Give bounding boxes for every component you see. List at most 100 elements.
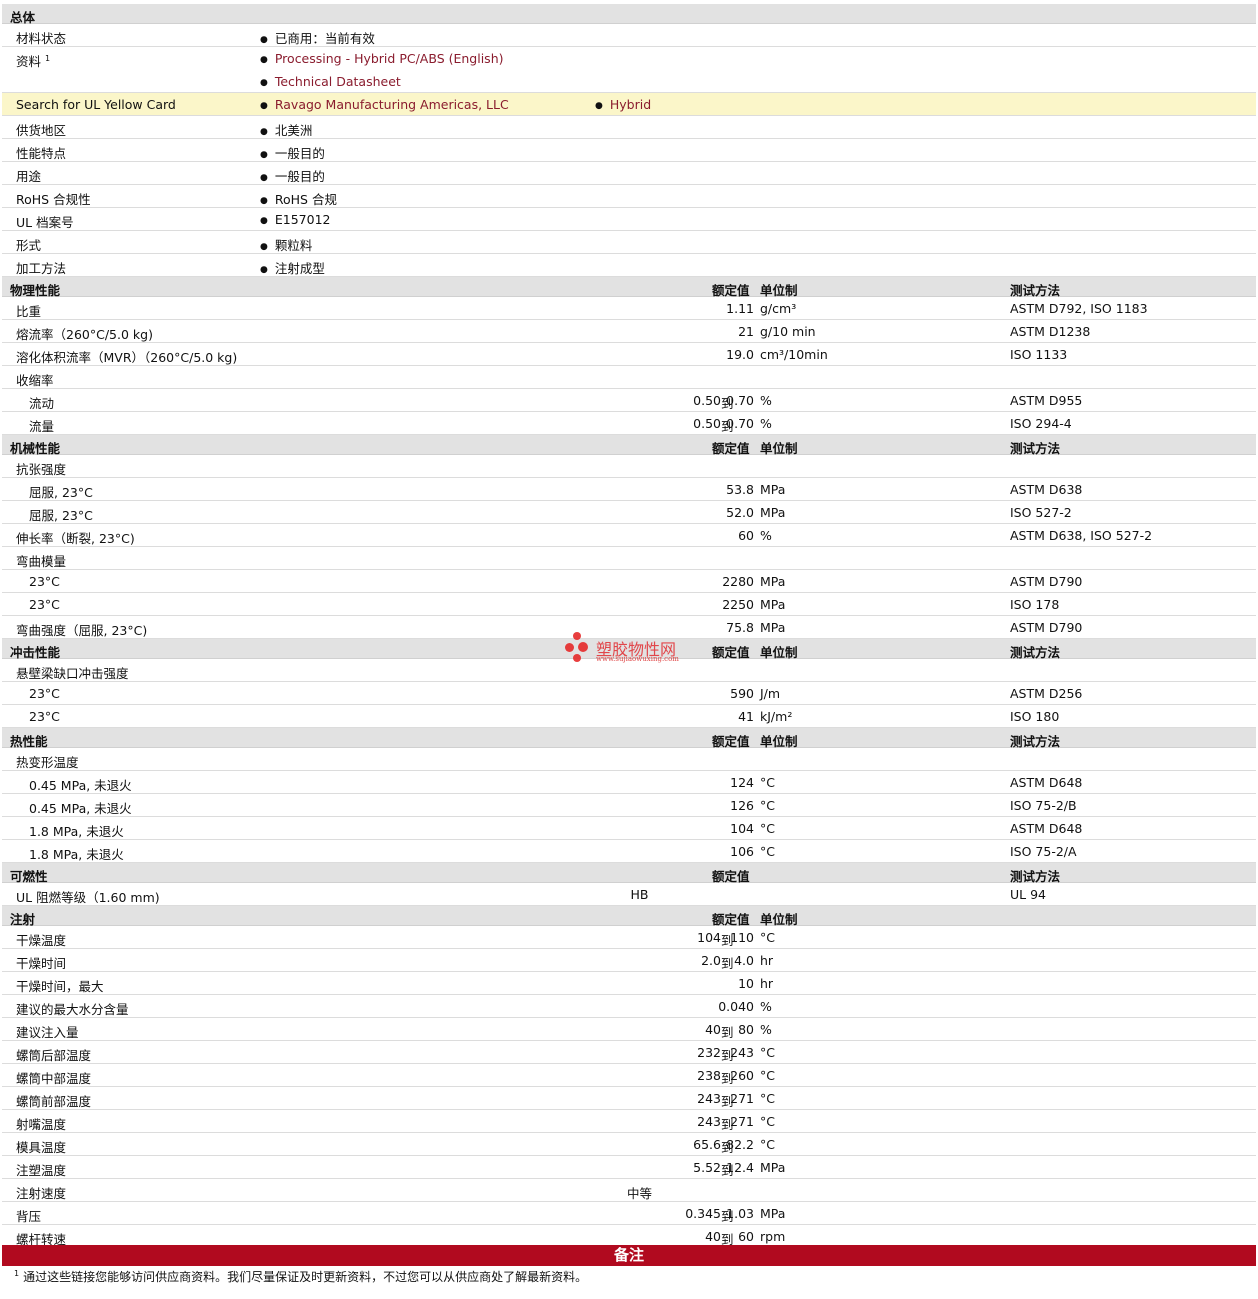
property-row: 干燥时间，最大 10 hr xyxy=(2,972,1256,995)
unit-value: MPa xyxy=(760,1160,786,1175)
unit-value: °C xyxy=(760,821,775,836)
unit-value: MPa xyxy=(760,505,786,520)
footnote-number: 1 xyxy=(14,1269,20,1278)
property-label: 建议的最大水分含量 xyxy=(16,1002,129,1017)
nominal-value: 1.11 xyxy=(726,301,754,316)
range-min-value: 5.52 xyxy=(693,1160,721,1175)
property-label: 1.8 MPa, 未退火 xyxy=(29,824,124,839)
nominal-value: 21 xyxy=(738,324,754,339)
doc-link-technical-datasheet[interactable]: Technical Datasheet xyxy=(260,74,401,89)
property-row: 供货地区 北美洲 xyxy=(2,116,1256,139)
test-method: ISO 178 xyxy=(1010,597,1060,612)
property-row: 形式 颗粒料 xyxy=(2,231,1256,254)
property-row: 用途 一般目的 xyxy=(2,162,1256,185)
unit-value: J/m xyxy=(760,686,781,701)
property-row: 注塑温度 5.52 到 12.4 MPa xyxy=(2,1156,1256,1179)
nominal-value: 110 xyxy=(730,930,754,945)
property-row-documents: 资料 1 Processing - Hybrid PC/ABS (English… xyxy=(2,47,1256,93)
nominal-value: 60 xyxy=(738,1229,754,1244)
property-row: 23°C 2280 MPa ASTM D790 xyxy=(2,570,1256,593)
ul-link-product[interactable]: Hybrid xyxy=(595,97,651,112)
property-row: 建议的最大水分含量 0.040% xyxy=(2,995,1256,1018)
property-row-ul-search: Search for UL Yellow Card Ravago Manufac… xyxy=(2,93,1256,116)
nominal-value: 271 xyxy=(730,1114,754,1129)
property-label: 性能特点 xyxy=(16,146,67,161)
property-label: 螺筒后部温度 xyxy=(16,1048,92,1063)
property-label: 螺筒中部温度 xyxy=(16,1071,92,1086)
property-label: 23°C xyxy=(29,597,60,612)
nominal-value: 1.03 xyxy=(726,1206,754,1221)
section-header-mechanical: 机械性能 额定值 单位制 测试方法 xyxy=(2,435,1256,456)
property-label: 0.45 MPa, 未退火 xyxy=(29,778,132,793)
nominal-value: 0.70 xyxy=(726,416,754,431)
property-row: 1.8 MPa, 未退火 104 °C ASTM D648 xyxy=(2,817,1256,840)
test-method: ISO 75-2/B xyxy=(1010,798,1077,813)
property-row: 屈服, 23°C 53.8 MPa ASTM D638 xyxy=(2,478,1256,501)
footnote-text: 通过这些链接您能够访问供应商资料。我们尽量保证及时更新资料，不过您可以从供应商处… xyxy=(23,1270,588,1284)
property-row: 1.8 MPa, 未退火 106 °C ISO 75-2/A xyxy=(2,840,1256,863)
range-min-value: 0.50 xyxy=(693,416,721,431)
unit-value: g/cm³ xyxy=(760,301,797,316)
property-value: 已商用：当前有效 xyxy=(260,28,375,47)
range-min-value: 238 xyxy=(697,1068,721,1083)
property-row: 0.45 MPa, 未退火 124 °C ASTM D648 xyxy=(2,771,1256,794)
nominal-value: 80 xyxy=(738,1022,754,1037)
unit-value: hr xyxy=(760,976,774,991)
section-header-physical: 物理性能 额定值 单位制 测试方法 xyxy=(2,277,1256,298)
property-label: 溶化体积流率（MVR）（260°C/5.0 kg) xyxy=(16,350,238,365)
unit-value: °C xyxy=(760,1114,775,1129)
property-label: 流量 xyxy=(29,419,55,434)
property-label: 建议注入量 xyxy=(16,1025,79,1040)
unit-value: % xyxy=(760,528,772,543)
property-row: 热变形温度 xyxy=(2,748,1256,771)
property-value: 注射成型 xyxy=(260,258,325,277)
doc-link-processing[interactable]: Processing - Hybrid PC/ABS (English) xyxy=(260,51,504,66)
nominal-value: 126 xyxy=(730,798,754,813)
unit-value: hr xyxy=(760,953,774,968)
nominal-value: 12.4 xyxy=(726,1160,754,1175)
nominal-value: 106 xyxy=(730,844,754,859)
test-method: ASTM D1238 xyxy=(1010,324,1091,339)
unit-value: °C xyxy=(760,930,775,945)
property-row: 屈服, 23°C 52.0 MPa ISO 527-2 xyxy=(2,501,1256,524)
property-row: 23°C 41 kJ/m² ISO 180 xyxy=(2,705,1256,728)
range-min-value: 243 xyxy=(697,1091,721,1106)
test-method: ISO 75-2/A xyxy=(1010,844,1077,859)
property-row: 螺筒前部温度 243 到 271 °C xyxy=(2,1087,1256,1110)
property-label: 23°C xyxy=(29,686,60,701)
test-method: UL 94 xyxy=(1010,887,1046,902)
range-min-value: 243 xyxy=(697,1114,721,1129)
property-row: UL 档案号 E157012 xyxy=(2,208,1256,231)
property-row: 23°C 2250 MPa ISO 178 xyxy=(2,593,1256,616)
unit-value: rpm xyxy=(760,1229,786,1244)
property-row: UL 阻燃等级（1.60 mm) HB UL 94 xyxy=(2,883,1256,906)
unit-value: °C xyxy=(760,1045,775,1060)
property-row: 抗张强度 xyxy=(2,455,1256,478)
property-label: 0.45 MPa, 未退火 xyxy=(29,801,132,816)
property-label: 背压 xyxy=(16,1209,42,1224)
nominal-value: 82.2 xyxy=(726,1137,754,1152)
unit-value: % xyxy=(760,393,772,408)
property-row: 注射速度 中等 xyxy=(2,1179,1256,1202)
property-row: 比重 1.11 g/cm³ ASTM D792, ISO 1183 xyxy=(2,297,1256,320)
section-header-thermal: 热性能 额定值 单位制 测试方法 xyxy=(2,728,1256,749)
nominal-value: 52.0 xyxy=(726,505,754,520)
nominal-value: 10 xyxy=(738,976,754,991)
property-row: 溶化体积流率（MVR）（260°C/5.0 kg) 19.0 cm³/10min IS… xyxy=(2,343,1256,366)
range-to-word: 到 xyxy=(721,956,734,971)
footnote-ref: 1 xyxy=(45,53,51,63)
property-value: RoHS 合规 xyxy=(260,189,337,208)
property-label: 收缩率 xyxy=(16,373,54,388)
test-method: ASTM D648 xyxy=(1010,821,1083,836)
property-row: 性能特点 一般目的 xyxy=(2,139,1256,162)
property-label: 形式 xyxy=(16,238,42,253)
property-label: 比重 xyxy=(16,304,42,319)
test-method: ASTM D955 xyxy=(1010,393,1083,408)
test-method: ASTM D792, ISO 1183 xyxy=(1010,301,1148,316)
property-label: 悬壁梁缺口冲击强度 xyxy=(16,666,129,681)
nominal-value: 41 xyxy=(738,709,754,724)
property-label: 弯曲模量 xyxy=(16,554,67,569)
ul-link-company[interactable]: Ravago Manufacturing Americas, LLC xyxy=(260,97,509,112)
range-min-value: 65.6 xyxy=(693,1137,721,1152)
property-row: 背压 0.345 到 1.03 MPa xyxy=(2,1202,1256,1225)
